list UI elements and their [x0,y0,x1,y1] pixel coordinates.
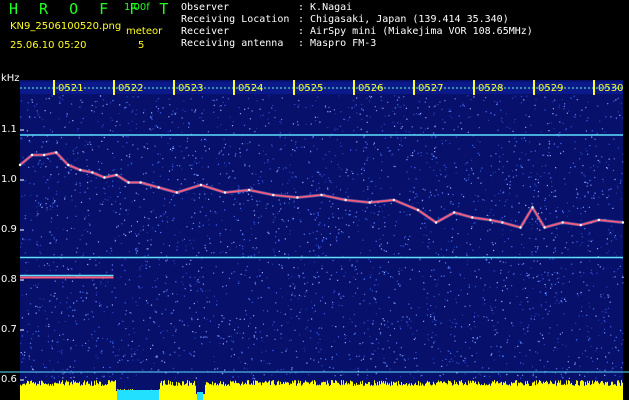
y-tick-label: 0.7 [1,324,17,335]
y-tick-label: 0.9 [1,224,17,235]
main-trace-point [392,198,396,202]
main-trace-point [91,171,94,174]
time-tick [533,80,535,95]
main-trace-point [531,206,534,209]
time-label: 0529 [538,83,563,94]
time-label: 0524 [238,83,263,94]
main-trace-point [597,218,601,222]
main-trace-point [452,211,456,214]
time-label: 0526 [358,83,383,94]
time-label: 0522 [118,83,143,94]
time-tick [413,80,415,95]
main-trace-point [471,216,474,219]
main-trace-point [223,191,227,194]
main-trace-point [296,196,299,199]
main-trace-point [175,191,178,194]
time-tick [473,80,475,95]
y-tick-label: 0.6 [1,374,17,385]
main-trace-point [18,163,22,167]
main-trace-point [416,208,420,212]
main-trace-point [519,226,522,229]
y-tick-label: 1.1 [1,124,17,135]
main-trace-point [139,181,142,184]
main-trace-point [127,181,130,184]
y-tick-label: 0.8 [1,274,17,285]
main-trace-point [54,151,58,154]
level-cyan-block [197,392,203,400]
time-label: 0525 [298,83,323,94]
main-trace-point [344,198,347,202]
time-tick [293,80,295,95]
main-trace-point [543,226,546,229]
main-trace-point [247,188,251,192]
main-trace-point [501,221,504,224]
y-axis-unit: kHz [1,73,20,84]
level-cyan-block [117,390,159,400]
time-tick [173,80,175,95]
main-trace-point [621,221,625,224]
time-label: 0528 [478,83,503,94]
time-tick [233,80,235,95]
level-bar-series [20,380,623,400]
time-label: 0521 [58,83,83,94]
main-trace-point [115,173,118,177]
main-trace-point [434,221,438,224]
main-trace-point [320,193,323,197]
main-trace-point [79,168,82,172]
main-trace-point [67,163,70,167]
main-trace-point [199,183,203,187]
time-tick [353,80,355,95]
time-label: 0527 [418,83,443,94]
main-trace-point [157,186,160,189]
time-tick [53,80,55,95]
time-tick [113,80,115,95]
time-label-bar: 0521 0522 0523 0524 0525 0526 0527 0528 0529 0530 [20,80,623,95]
time-label: 0523 [178,83,203,94]
main-trace-point [30,153,34,157]
main-trace-point [272,193,275,197]
time-label: 0530 [598,83,623,94]
spectrogram-background [20,80,623,400]
main-trace-point [368,201,371,204]
y-tick-label: 1.0 [1,174,17,185]
main-trace-point [489,218,492,222]
main-trace-point [42,153,46,157]
time-tick [593,80,595,95]
spectrogram-plot: 0521 0522 0523 0524 0525 0526 0527 0528 0529 0530 [0,80,629,400]
main-trace-point [103,176,106,179]
main-trace-point [561,221,564,224]
main-trace-point [579,223,582,227]
